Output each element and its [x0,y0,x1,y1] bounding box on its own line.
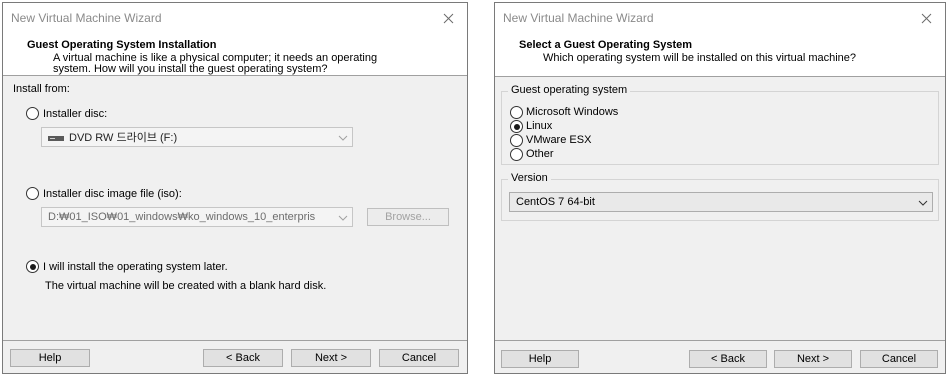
title-bar: New Virtual Machine Wizard [3,3,467,33]
version-group-label: Version [508,172,551,184]
version-group: Version CentOS 7 64-bit [501,172,939,221]
chevron-down-icon [338,133,348,145]
cancel-button[interactable]: Cancel [860,350,938,368]
browse-button[interactable]: Browse... [367,208,449,226]
header-title: Guest Operating System Installation [27,39,217,51]
install-from-label: Install from: [13,83,70,95]
os-option-label[interactable]: Microsoft Windows [526,106,618,118]
wizard-header: Guest Operating System Installation A vi… [3,33,467,76]
footer-divider [3,340,467,341]
os-option-label[interactable]: VMware ESX [526,134,591,146]
os-radio-linux[interactable] [510,120,523,133]
back-button[interactable]: < Back [203,349,283,367]
wizard-window-installation: New Virtual Machine Wizard Guest Operati… [2,2,468,374]
version-value: CentOS 7 64-bit [516,196,595,208]
guest-os-group: Guest operating system Microsoft Windows… [501,84,939,165]
install-later-description: The virtual machine will be created with… [45,280,327,292]
chevron-down-icon [918,198,928,210]
cancel-button[interactable]: Cancel [379,349,459,367]
iso-path-combo[interactable]: D:₩01_ISO₩01_windows₩ko_windows_10_enter… [41,207,353,227]
install-later-label[interactable]: I will install the operating system late… [43,261,228,273]
disc-drive-select[interactable]: DVD RW 드라이브 (F:) [41,127,353,147]
next-button[interactable]: Next > [774,350,852,368]
os-radio-microsoft-windows[interactable] [510,106,523,119]
os-radio-vmware-esx[interactable] [510,134,523,147]
help-button[interactable]: Help [501,350,579,368]
version-select[interactable]: CentOS 7 64-bit [509,192,933,212]
close-icon[interactable] [907,3,945,33]
iso-path-value: D:₩01_ISO₩01_windows₩ko_windows_10_enter… [48,211,316,223]
installer-disc-radio[interactable] [26,107,39,120]
next-button[interactable]: Next > [291,349,371,367]
close-icon[interactable] [429,3,467,33]
header-title: Select a Guest Operating System [519,39,693,51]
back-button[interactable]: < Back [689,350,767,368]
dvd-drive-icon [48,132,64,142]
guest-os-group-label: Guest operating system [508,84,631,96]
footer-divider [495,340,945,341]
iso-file-label[interactable]: Installer disc image file (iso): [43,188,182,200]
installer-disc-label[interactable]: Installer disc: [43,108,107,120]
title-bar: New Virtual Machine Wizard [495,3,945,33]
window-title: New Virtual Machine Wizard [503,11,654,25]
os-radio-other[interactable] [510,148,523,161]
help-button[interactable]: Help [10,349,90,367]
install-later-radio[interactable] [26,260,39,273]
header-subtitle-line2: system. How will you install the guest o… [53,63,328,75]
wizard-header: Select a Guest Operating System Which op… [495,33,945,77]
header-subtitle: Which operating system will be installed… [543,52,857,64]
chevron-down-icon [338,213,348,225]
disc-drive-value: DVD RW 드라이브 (F:) [69,132,178,144]
iso-file-radio[interactable] [26,187,39,200]
os-option-label[interactable]: Linux [526,120,552,132]
window-title: New Virtual Machine Wizard [11,11,162,25]
wizard-window-select-os: New Virtual Machine Wizard Select a Gues… [494,2,946,374]
os-option-label[interactable]: Other [526,148,554,160]
